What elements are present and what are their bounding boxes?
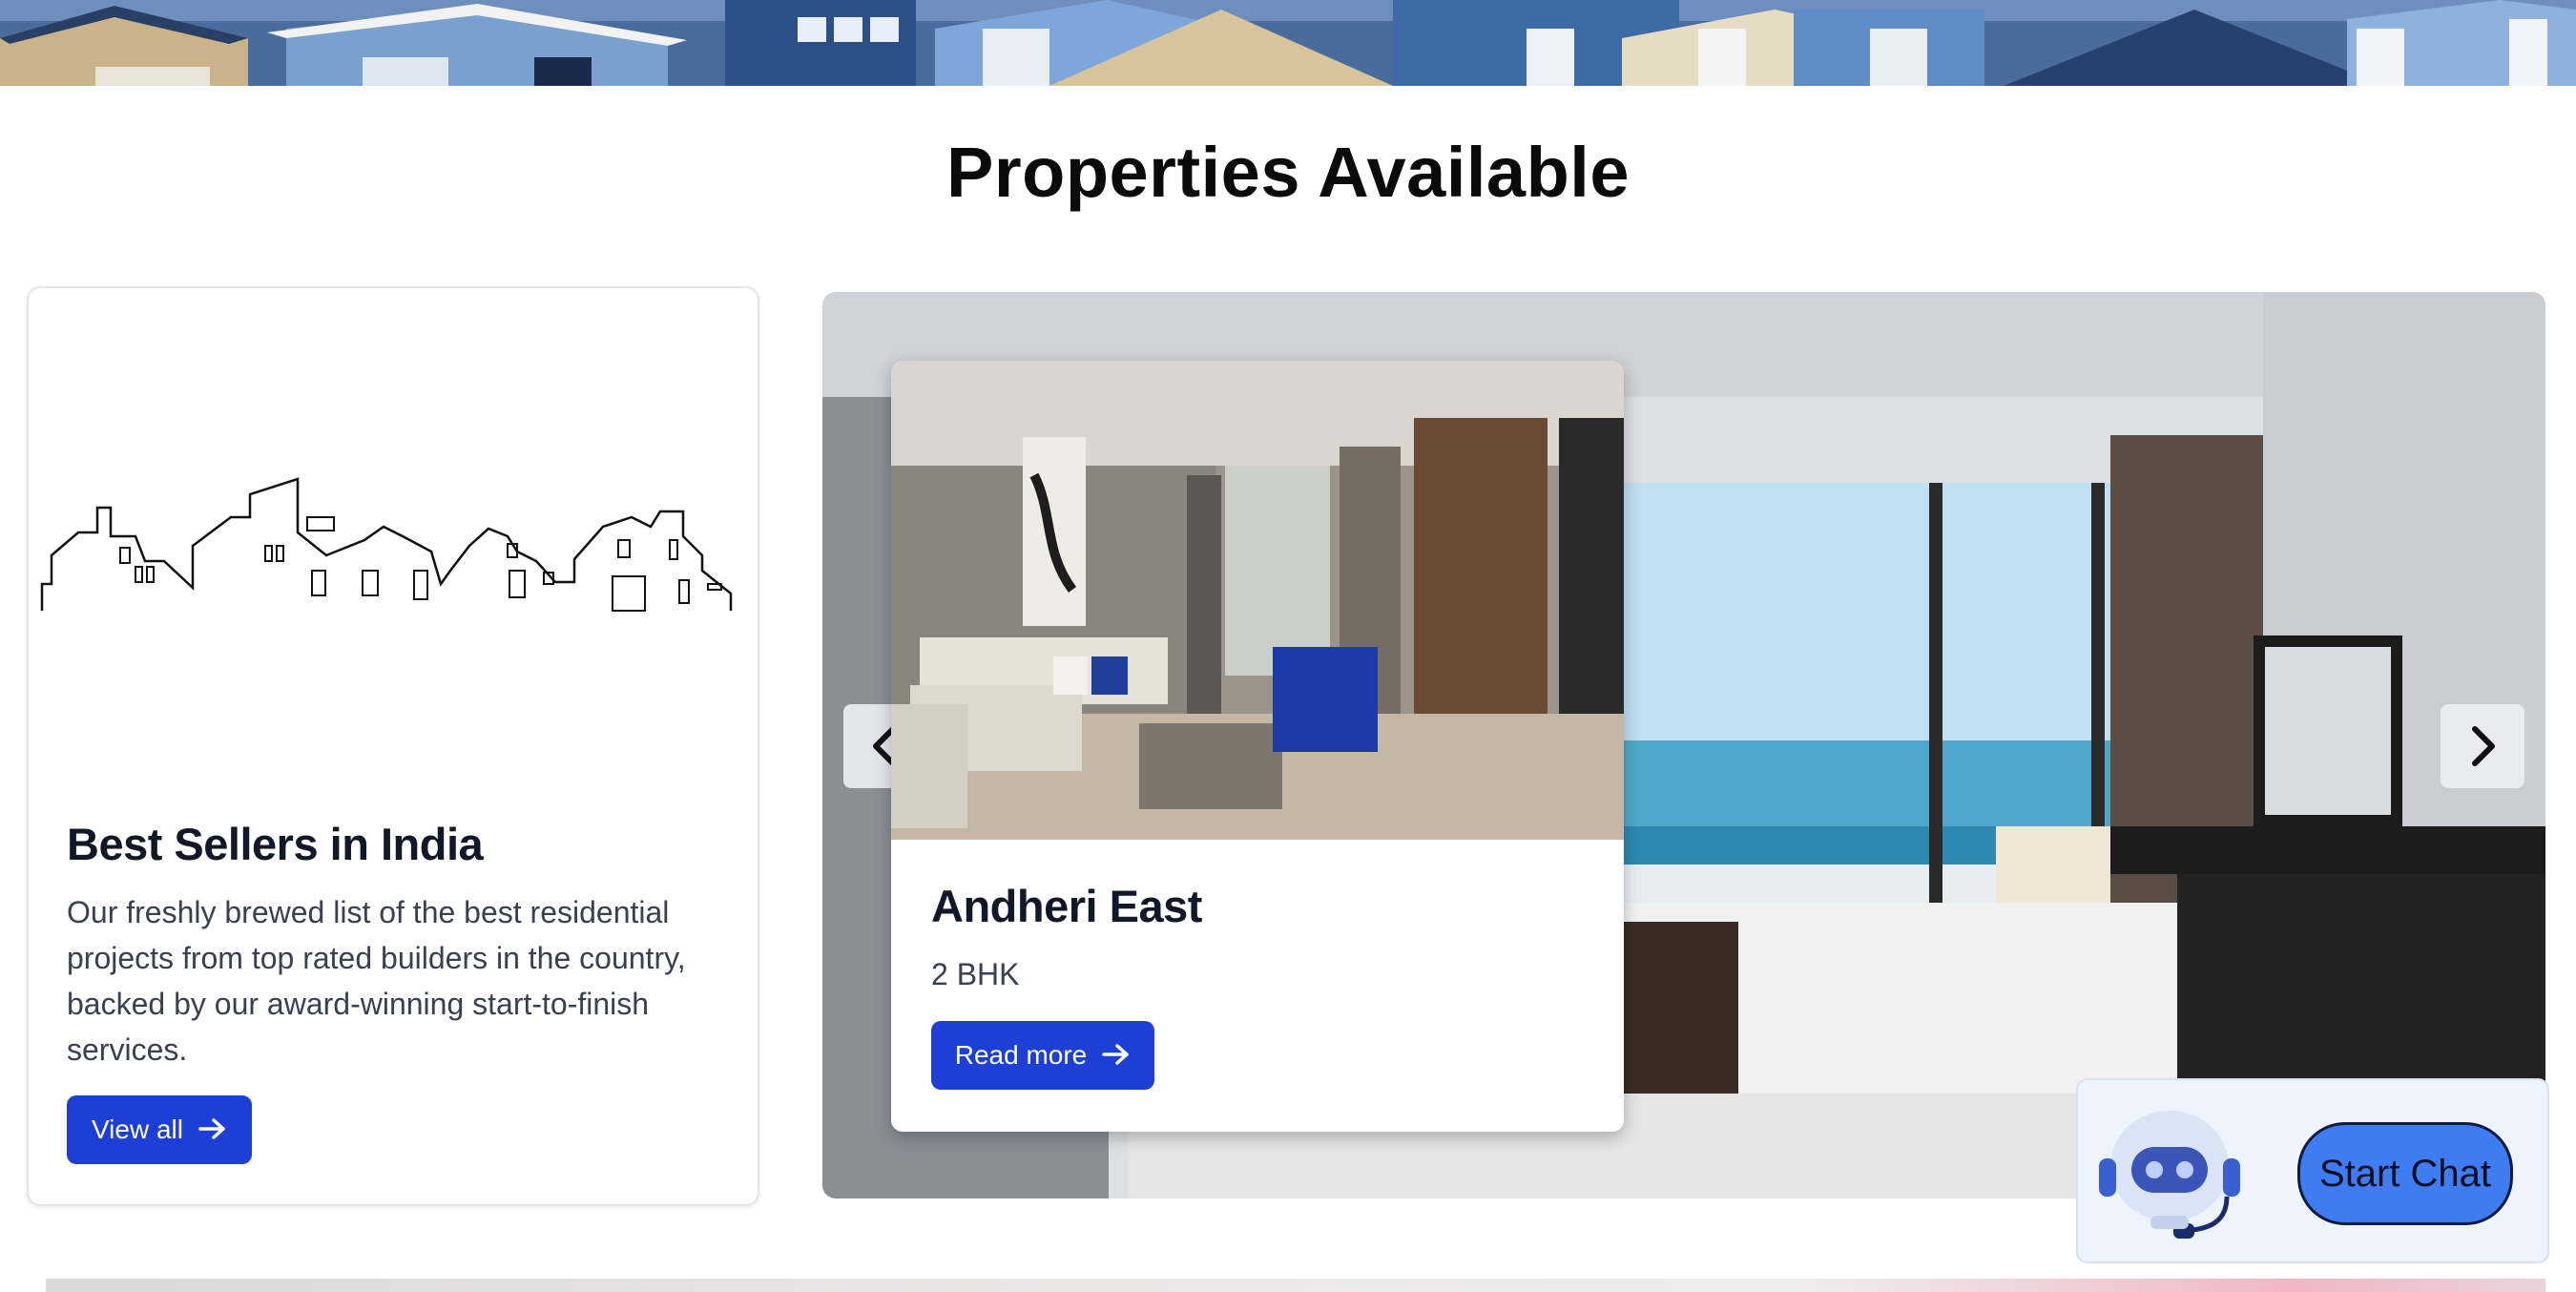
next-section-strip xyxy=(46,1279,2545,1292)
read-more-label: Read more xyxy=(954,1040,1088,1070)
header-banner-image xyxy=(0,0,2576,86)
start-chat-button[interactable]: Start Chat xyxy=(2297,1122,2513,1225)
best-sellers-card: Best Sellers in India Our freshly brewed… xyxy=(27,286,759,1206)
property-title: Andheri East xyxy=(931,881,1202,931)
property-card[interactable]: Andheri East 2 BHK Read more xyxy=(891,361,1624,1132)
living-room-photo xyxy=(891,361,1624,840)
city-skyline-illustration xyxy=(40,477,733,612)
chevron-right-icon xyxy=(2472,726,2495,766)
carousel-next-button[interactable] xyxy=(2441,704,2524,788)
best-sellers-title: Best Sellers in India xyxy=(67,819,484,869)
view-all-button[interactable]: View all xyxy=(67,1095,252,1164)
best-sellers-description: Our freshly brewed list of the best resi… xyxy=(67,895,686,1067)
arrow-right-icon xyxy=(198,1114,227,1146)
arrow-right-icon xyxy=(1102,1039,1131,1072)
read-more-button[interactable]: Read more xyxy=(931,1021,1154,1090)
view-all-label: View all xyxy=(92,1115,183,1144)
property-subtitle: 2 BHK xyxy=(931,957,1020,991)
robot-icon xyxy=(2099,1111,2240,1239)
chat-widget: Start Chat xyxy=(2076,1078,2549,1263)
page-title: Properties Available xyxy=(945,133,1631,212)
